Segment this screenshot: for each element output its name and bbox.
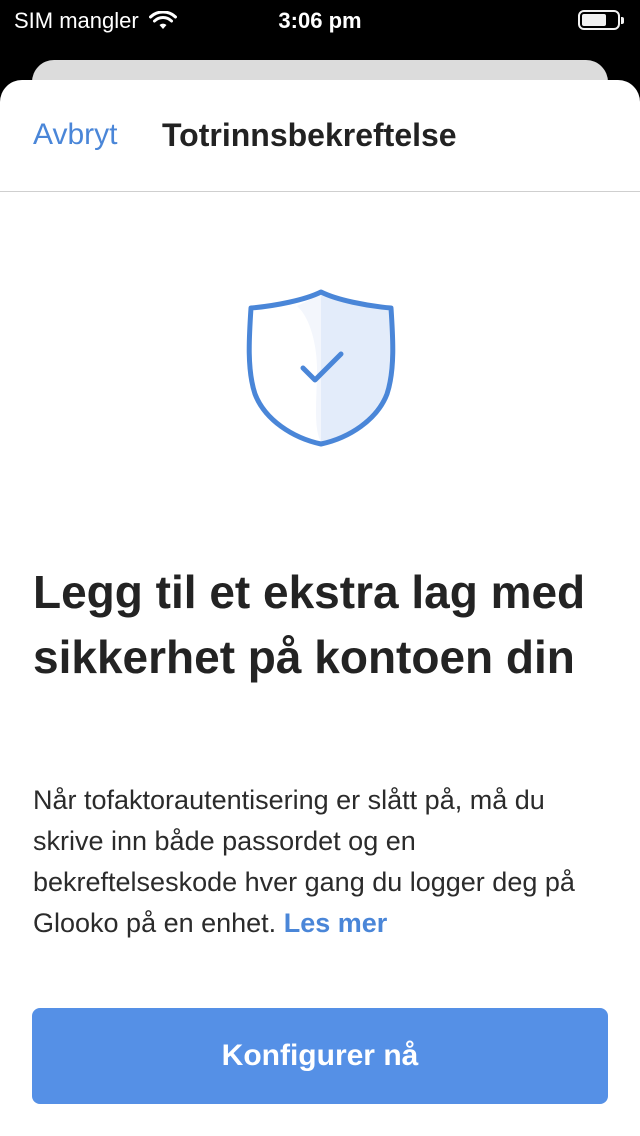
description: Når tofaktorautentisering er slått på, m…: [33, 780, 613, 944]
status-bar: SIM mangler 3:06 pm: [0, 0, 640, 40]
learn-more-link[interactable]: Les mer: [284, 908, 388, 938]
shield-check-icon: [246, 289, 396, 447]
modal-sheet: Avbryt Totrinnsbekreftelse Legg til et e…: [0, 80, 640, 1136]
cancel-button[interactable]: Avbryt: [33, 118, 117, 152]
headline: Legg til et ekstra lag med sikkerhet på …: [33, 566, 586, 683]
status-time: 3:06 pm: [278, 8, 362, 33]
battery-icon: [578, 10, 624, 30]
configure-now-button[interactable]: Konfigurer nå: [32, 1008, 608, 1104]
nav-bar: Avbryt Totrinnsbekreftelse: [0, 80, 640, 192]
page-title: Totrinnsbekreftelse: [162, 117, 457, 153]
